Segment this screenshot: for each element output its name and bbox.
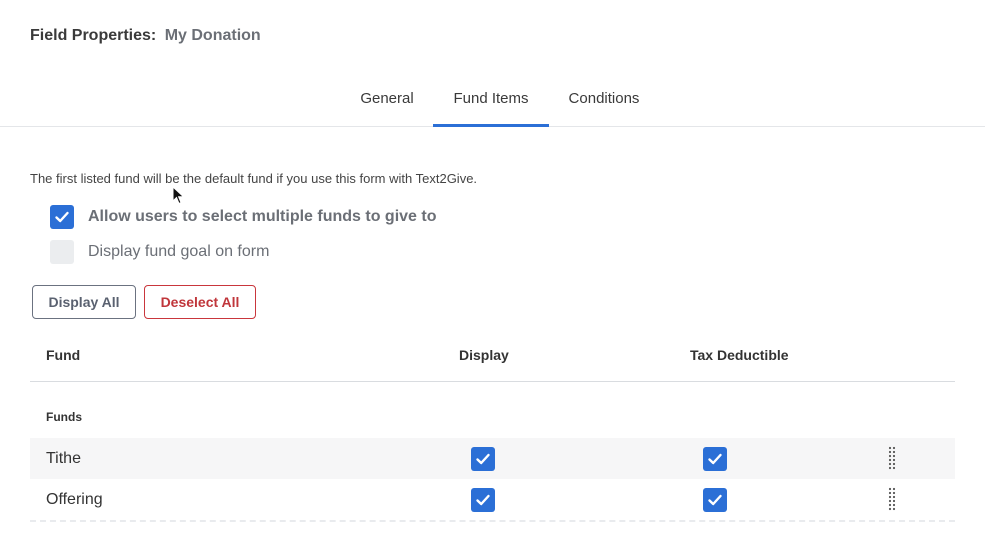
default-fund-info-text: The first listed fund will be the defaul… bbox=[30, 171, 478, 186]
display-checkbox[interactable] bbox=[471, 488, 495, 512]
tab-conditions[interactable]: Conditions bbox=[558, 90, 650, 124]
allow-multiple-funds-checkbox[interactable] bbox=[50, 205, 74, 229]
display-all-button[interactable]: Display All bbox=[32, 285, 136, 319]
table-row: Tithe bbox=[30, 438, 955, 479]
column-header-display: Display bbox=[459, 347, 509, 363]
list-bottom-divider bbox=[30, 520, 955, 522]
table-row: Offering bbox=[30, 479, 955, 520]
check-icon bbox=[708, 494, 722, 506]
tab-bar: General Fund Items Conditions bbox=[0, 80, 985, 127]
allow-multiple-funds-option: Allow users to select multiple funds to … bbox=[50, 205, 437, 229]
tax-deductible-checkbox[interactable] bbox=[703, 488, 727, 512]
display-checkbox[interactable] bbox=[471, 447, 495, 471]
check-icon bbox=[708, 453, 722, 465]
display-fund-goal-checkbox[interactable] bbox=[50, 240, 74, 264]
header-divider bbox=[30, 381, 955, 382]
check-icon bbox=[476, 453, 490, 465]
drag-handle-icon[interactable] bbox=[887, 446, 897, 472]
tab-fund-items[interactable]: Fund Items bbox=[433, 90, 549, 127]
display-fund-goal-option: Display fund goal on form bbox=[50, 240, 269, 264]
fund-name: Offering bbox=[46, 491, 103, 508]
fund-group-label: Funds bbox=[46, 410, 82, 424]
tab-general[interactable]: General bbox=[350, 90, 424, 124]
cursor-arrow-icon bbox=[172, 186, 185, 205]
display-fund-goal-label: Display fund goal on form bbox=[88, 243, 270, 260]
drag-handle-icon[interactable] bbox=[887, 487, 897, 513]
column-header-tax-deductible: Tax Deductible bbox=[690, 347, 789, 363]
fund-name: Tithe bbox=[46, 450, 81, 467]
title-field-name: My Donation bbox=[164, 27, 261, 44]
deselect-all-button[interactable]: Deselect All bbox=[144, 285, 256, 319]
page-title: Field Properties: My Donation bbox=[30, 27, 261, 45]
allow-multiple-funds-label: Allow users to select multiple funds to … bbox=[88, 208, 437, 225]
title-label: Field Properties: bbox=[30, 27, 157, 44]
check-icon bbox=[55, 211, 69, 223]
tax-deductible-checkbox[interactable] bbox=[703, 447, 727, 471]
check-icon bbox=[476, 494, 490, 506]
column-header-fund: Fund bbox=[46, 347, 81, 363]
